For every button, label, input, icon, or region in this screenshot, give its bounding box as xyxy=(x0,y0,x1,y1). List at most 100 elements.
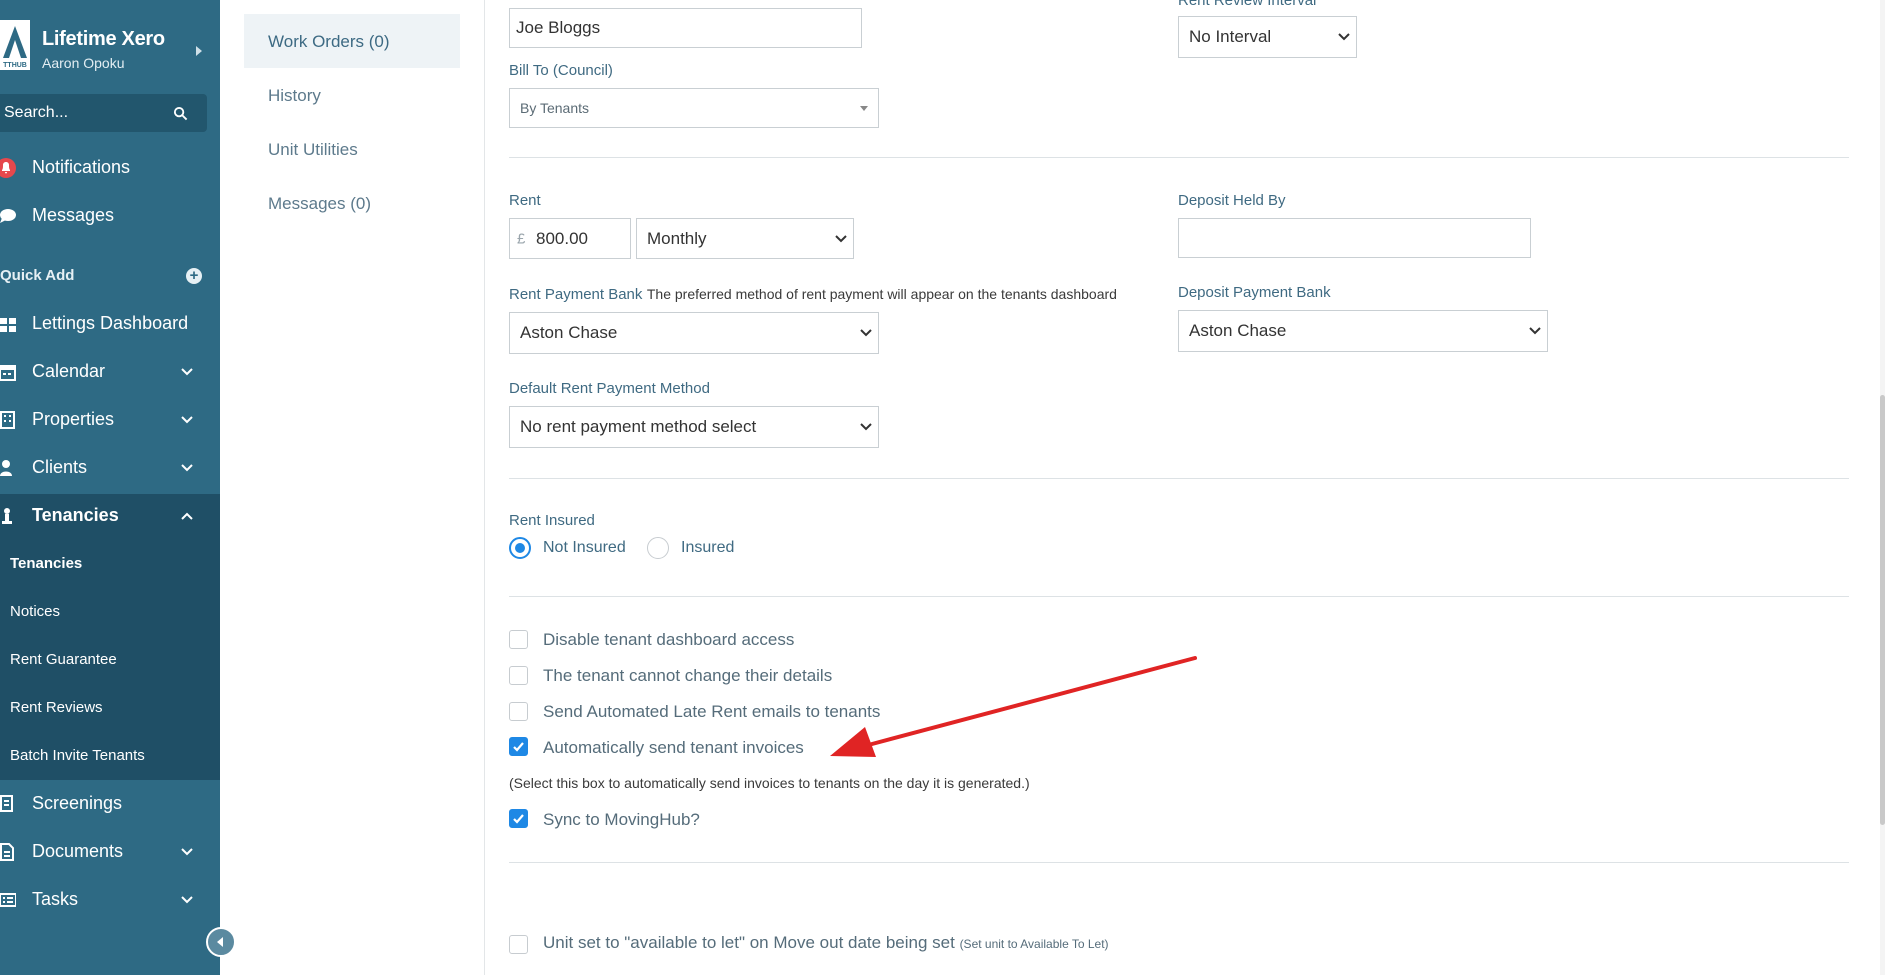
sidebar-subitem-rent-reviews[interactable]: Rent Reviews xyxy=(0,688,220,728)
sidebar-item-tasks[interactable]: Tasks xyxy=(0,880,220,920)
divider xyxy=(509,862,1849,863)
search-input[interactable] xyxy=(0,94,170,132)
tab-label: Messages (0) xyxy=(268,194,371,213)
cannot-change-details-checkbox[interactable] xyxy=(509,666,528,685)
rent-frequency-value: Monthly xyxy=(647,228,707,248)
deposit-held-by-label: Deposit Held By xyxy=(1178,192,1286,209)
sidebar-subitem-label: Notices xyxy=(10,603,61,620)
sidebar-search xyxy=(0,94,207,132)
chevron-down-icon xyxy=(860,423,872,431)
sidebar-item-label: Messages xyxy=(32,205,115,225)
brand-title: Lifetime Xero xyxy=(42,28,165,50)
tab-label: Work Orders (0) xyxy=(268,32,390,51)
insured-radio[interactable] xyxy=(647,537,669,559)
chevron-down-icon xyxy=(1338,33,1350,41)
sidebar-subitem-notices[interactable]: Notices xyxy=(0,592,220,632)
auto-send-invoices-checkbox[interactable] xyxy=(509,737,528,756)
sidebar-item-label: Documents xyxy=(32,841,124,861)
page: TTHUB Lifetime Xero Aaron Opoku Notifica… xyxy=(0,0,1885,975)
rent-review-interval-label: Rent Review Interval xyxy=(1178,0,1317,9)
sidebar-item-label: Properties xyxy=(32,409,115,429)
chevron-down-icon xyxy=(860,329,872,337)
not-insured-label[interactable]: Not Insured xyxy=(543,539,626,557)
available-to-let-note: (Set unit to Available To Let) xyxy=(959,937,1109,951)
sidebar-item-label: Calendar xyxy=(32,361,106,381)
quick-add[interactable]: Quick Add + xyxy=(0,264,220,288)
bill-to-select[interactable]: By Tenants xyxy=(509,88,879,128)
rent-frequency-select[interactable]: Monthly xyxy=(636,218,854,259)
sidebar-item-properties[interactable]: Properties xyxy=(0,400,220,440)
building-icon xyxy=(0,411,15,429)
sidebar-item-documents[interactable]: Documents xyxy=(0,832,220,872)
checkmark-icon xyxy=(513,814,524,824)
sidebar-item-calendar[interactable]: Calendar xyxy=(0,352,220,392)
not-insured-radio[interactable] xyxy=(509,537,531,559)
tab-messages[interactable]: Messages (0) xyxy=(244,176,460,230)
rent-amount-value: 800.00 xyxy=(536,228,588,248)
sidebar-item-label: Tenancies xyxy=(32,505,119,525)
rent-review-interval-select[interactable]: No Interval xyxy=(1178,16,1357,58)
tab-work-orders[interactable]: Work Orders (0) xyxy=(244,14,460,68)
rent-amount-field[interactable]: £ 800.00 xyxy=(509,218,631,259)
late-rent-emails-checkbox[interactable] xyxy=(509,702,528,721)
tab-history[interactable]: History xyxy=(244,68,460,122)
bill-to-value: By Tenants xyxy=(520,100,590,116)
sidebar-item-tenancies[interactable]: Tenancies xyxy=(0,496,220,536)
rent-payment-bank-label-row: Rent Payment Bank The preferred method o… xyxy=(509,286,1117,304)
sidebar-subitem-label: Rent Guarantee xyxy=(10,651,117,668)
tenant-icon xyxy=(2,508,12,524)
tenant-name-field[interactable]: Joe Bloggs xyxy=(509,8,862,48)
app-logo-icon: TTHUB xyxy=(0,20,30,70)
rent-payment-bank-select[interactable]: Aston Chase xyxy=(509,312,879,354)
sidebar-item-notifications[interactable]: Notifications xyxy=(0,148,220,188)
sidebar-item-label: Notifications xyxy=(32,157,131,177)
sidebar-subitem-tenancies[interactable]: Tenancies xyxy=(0,544,220,584)
tab-label: Unit Utilities xyxy=(268,140,358,159)
cannot-change-details-label[interactable]: The tenant cannot change their details xyxy=(543,666,832,686)
chevron-down-icon xyxy=(1529,327,1541,335)
chevron-down-icon xyxy=(835,234,847,242)
rent-label: Rent xyxy=(509,192,541,209)
sidebar: TTHUB Lifetime Xero Aaron Opoku Notifica… xyxy=(0,0,220,975)
deposit-held-by-field[interactable] xyxy=(1178,218,1531,258)
brand-switcher[interactable]: TTHUB Lifetime Xero Aaron Opoku xyxy=(0,12,220,72)
calendar-icon xyxy=(0,365,16,381)
sync-movinghub-label[interactable]: Sync to MovingHub? xyxy=(543,810,700,830)
auto-send-invoices-label[interactable]: Automatically send tenant invoices xyxy=(543,738,804,758)
disable-dashboard-checkbox[interactable] xyxy=(509,630,528,649)
chevron-down-icon xyxy=(181,416,193,424)
sidebar-item-label: Tasks xyxy=(32,889,79,909)
available-to-let-checkbox[interactable] xyxy=(509,935,528,954)
sidebar-item-lettings-dashboard[interactable]: Lettings Dashboard xyxy=(0,304,220,344)
default-rent-method-value: No rent payment method select xyxy=(520,417,757,436)
rent-payment-bank-label: Rent Payment Bank xyxy=(509,286,643,303)
search-icon[interactable] xyxy=(173,106,188,121)
content-divider xyxy=(484,0,485,975)
disable-dashboard-label[interactable]: Disable tenant dashboard access xyxy=(543,630,794,650)
deposit-payment-bank-select[interactable]: Aston Chase xyxy=(1178,310,1548,352)
sidebar-collapse-button[interactable] xyxy=(206,927,236,957)
rent-payment-bank-value: Aston Chase xyxy=(520,323,618,342)
plus-circle-icon[interactable]: + xyxy=(186,268,202,284)
scrollbar-thumb[interactable] xyxy=(1880,395,1885,825)
rent-insured-label: Rent Insured xyxy=(509,512,595,529)
default-rent-method-select[interactable]: No rent payment method select xyxy=(509,406,879,448)
sidebar-item-messages[interactable]: Messages xyxy=(0,196,220,236)
sidebar-item-screenings[interactable]: Screenings xyxy=(0,784,220,824)
annotation-arrow-icon xyxy=(830,656,1197,757)
sidebar-item-label: Screenings xyxy=(32,793,123,813)
sidebar-subitem-label: Tenancies xyxy=(10,555,83,572)
brand-user: Aaron Opoku xyxy=(42,55,125,71)
divider xyxy=(509,157,1849,158)
insured-label[interactable]: Insured xyxy=(681,539,734,557)
sidebar-subitem-rent-guarantee[interactable]: Rent Guarantee xyxy=(0,640,220,680)
sidebar-item-clients[interactable]: Clients xyxy=(0,448,220,488)
currency-symbol: £ xyxy=(517,230,526,247)
logo-text: TTHUB xyxy=(3,62,27,69)
available-to-let-row[interactable]: Unit set to "available to let" on Move o… xyxy=(543,933,1109,953)
sidebar-subitem-label: Batch Invite Tenants xyxy=(10,747,145,764)
tab-unit-utilities[interactable]: Unit Utilities xyxy=(244,122,460,176)
screening-icon xyxy=(0,795,13,812)
sidebar-subitem-batch-invite[interactable]: Batch Invite Tenants xyxy=(0,736,220,776)
sync-movinghub-checkbox[interactable] xyxy=(509,809,528,828)
